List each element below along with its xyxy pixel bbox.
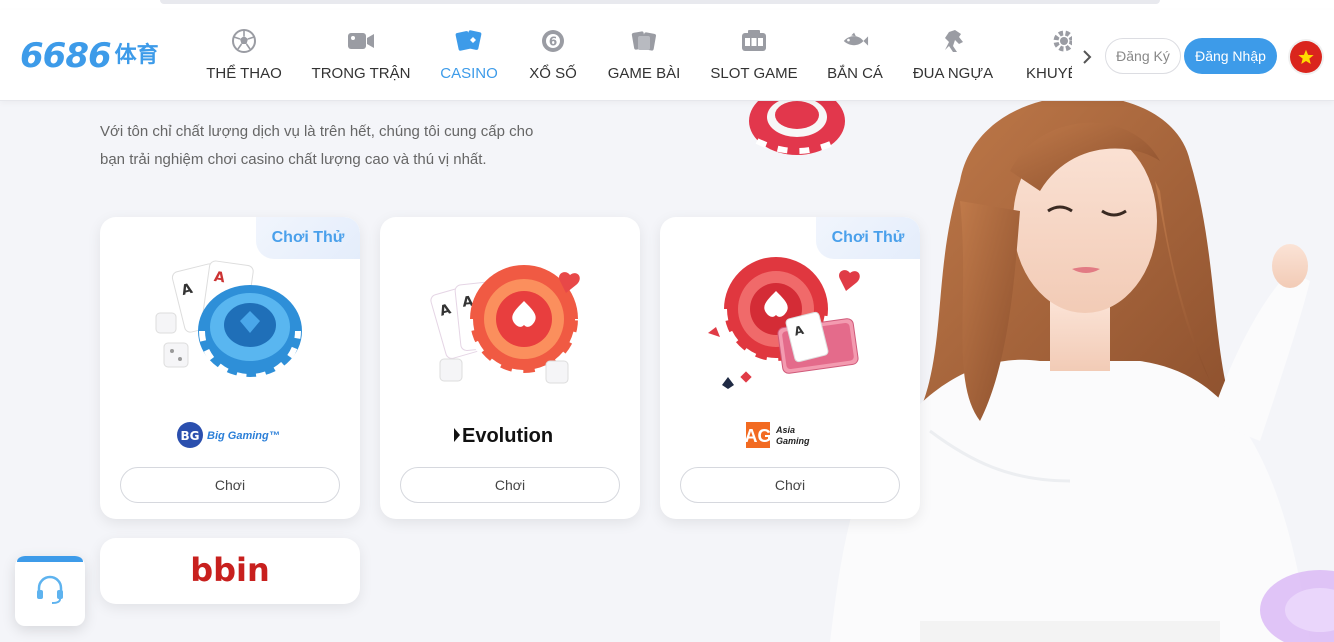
- svg-text:Gaming: Gaming: [776, 436, 810, 446]
- nav-item-game-bai[interactable]: GAME BÀI: [600, 10, 688, 101]
- nav-label: KHUYẾ: [1026, 65, 1072, 82]
- horse-icon: [939, 27, 967, 55]
- logo-number: 6686: [20, 36, 112, 76]
- nav-item-xo-so[interactable]: 6 XỔ SỐ: [520, 10, 586, 101]
- video-camera-icon: [347, 27, 375, 55]
- site-logo[interactable]: 6686 体育: [20, 36, 159, 76]
- chevron-right-icon[interactable]: [1078, 46, 1096, 68]
- vietnam-flag-icon[interactable]: [1290, 41, 1322, 73]
- nav-item-the-thao[interactable]: THỂ THAO: [190, 10, 298, 101]
- login-button[interactable]: Đăng Nhập: [1184, 38, 1277, 74]
- nav-item-khuyen-mai[interactable]: KHUYẾ: [1020, 10, 1072, 101]
- play-button[interactable]: Chơi: [120, 467, 340, 503]
- nav-item-ban-ca[interactable]: BẮN CÁ: [818, 10, 892, 101]
- intro-line-1: Với tôn chỉ chất lượng dịch vụ là trên h…: [100, 123, 534, 140]
- svg-text:AG: AG: [745, 426, 772, 446]
- svg-text:bbin: bbin: [190, 551, 270, 589]
- decorative-chip-bottom: [1250, 560, 1334, 642]
- site-header: 6686 体育 THỂ THAO TRONG TRẬN CASINO 6 XỔ: [0, 10, 1334, 101]
- headset-icon: [33, 572, 67, 611]
- provider-card-evolution[interactable]: A A Evolution Chơi: [380, 217, 640, 519]
- svg-text:Big Gaming™: Big Gaming™: [207, 430, 280, 442]
- evolution-chip-art: A A: [420, 253, 600, 403]
- play-button[interactable]: Chơi: [680, 467, 900, 503]
- nav-label: CASINO: [440, 65, 498, 82]
- nav-item-casino[interactable]: CASINO: [430, 10, 508, 101]
- big-gaming-chip-art: A A: [140, 253, 320, 403]
- provider-card-asia-gaming[interactable]: Chơi Thử A AG Asia Gaming Chơi: [660, 217, 920, 519]
- soccer-ball-icon: [230, 27, 258, 55]
- nav-label: GAME BÀI: [607, 65, 681, 82]
- top-bar: [160, 0, 1160, 4]
- svg-text:Asia: Asia: [775, 425, 795, 435]
- nav-item-slot-game[interactable]: SLOT GAME: [704, 10, 804, 101]
- main-nav: THỂ THAO TRONG TRẬN CASINO 6 XỔ SỐ GAME …: [190, 10, 1072, 101]
- bbin-logo: bbin: [190, 551, 270, 589]
- browser-top-strip: [0, 0, 1334, 10]
- play-button[interactable]: Chơi: [400, 467, 620, 503]
- lottery-ball-icon: 6: [539, 27, 567, 55]
- register-button[interactable]: Đăng Ký: [1105, 38, 1181, 74]
- customer-support-button[interactable]: [15, 556, 85, 626]
- nav-label: TRONG TRẬN: [311, 65, 411, 82]
- support-accent-line: [17, 556, 83, 562]
- svg-text:BG: BG: [181, 429, 200, 443]
- playing-cards-icon: [455, 27, 483, 55]
- nav-item-dua-ngua[interactable]: ĐUA NGỰA: [910, 10, 996, 101]
- casino-intro-text: Với tôn chỉ chất lượng dịch vụ là trên h…: [100, 118, 580, 174]
- intro-line-2: bạn trải nghiệm chơi casino chất lượng c…: [100, 151, 487, 168]
- provider-card-bbin[interactable]: bbin: [100, 538, 360, 604]
- provider-card-big-gaming[interactable]: Chơi Thử A A BG Big Gaming™ Chơi: [100, 217, 360, 519]
- nav-label: XỔ SỐ: [529, 65, 577, 82]
- asia-gaming-chip-art: A: [700, 253, 880, 403]
- card-game-icon: [630, 27, 658, 55]
- gear-icon: [1050, 27, 1072, 55]
- svg-text:Evolution: Evolution: [462, 425, 553, 447]
- asia-gaming-logo: AG Asia Gaming: [660, 417, 920, 453]
- big-gaming-logo: BG Big Gaming™: [100, 417, 360, 453]
- nav-label: SLOT GAME: [710, 65, 798, 82]
- nav-label: BẮN CÁ: [827, 65, 883, 82]
- nav-label: THỂ THAO: [206, 65, 282, 82]
- evolution-logo: Evolution: [380, 417, 640, 453]
- slot-machine-icon: [740, 27, 768, 55]
- nav-label: ĐUA NGỰA: [912, 65, 994, 82]
- nav-item-trong-tran[interactable]: TRONG TRẬN: [308, 10, 414, 101]
- svg-text:6: 6: [549, 35, 557, 49]
- fish-icon: [841, 27, 869, 55]
- logo-cn: 体育: [114, 43, 159, 68]
- decorative-chip-top: [745, 101, 850, 161]
